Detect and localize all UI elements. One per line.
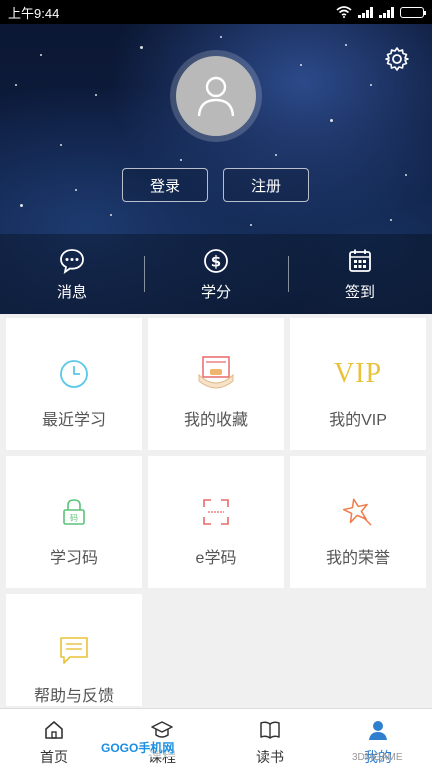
register-button[interactable]: 注册 <box>223 168 309 202</box>
wifi-icon <box>336 6 352 18</box>
calendar-icon <box>349 249 371 272</box>
menu-label: 帮助与反馈 <box>33 688 114 705</box>
menu-label: 最近学习 <box>41 412 106 429</box>
quick-messages-label: 消息 <box>56 283 87 301</box>
feedback-icon <box>60 637 88 664</box>
status-icons <box>336 6 426 18</box>
quick-credits-label: 学分 <box>200 283 231 301</box>
watermark-logo: GOGO手机网 <box>98 738 178 757</box>
home-icon <box>45 721 63 739</box>
signal-icon <box>358 6 373 18</box>
menu-recent-study[interactable]: 最近学习 <box>6 318 142 450</box>
quick-checkin-label: 签到 <box>344 283 375 301</box>
divider <box>288 256 289 292</box>
tab-label: 首页 <box>40 749 68 765</box>
tab-reading[interactable]: 读书 <box>216 709 324 768</box>
menu-honors[interactable]: 我的荣誉 <box>290 456 426 588</box>
watermark-logo: 3DMGAME <box>352 752 403 763</box>
user-silhouette-icon <box>197 76 235 117</box>
profile-header: 登录 注册 消息 $ 学分 签到 <box>0 24 432 314</box>
svg-text:码: 码 <box>70 514 78 523</box>
tab-home[interactable]: 首页 <box>0 709 108 768</box>
person-icon <box>369 721 387 740</box>
menu-help-feedback[interactable]: 帮助与反馈 <box>6 594 142 706</box>
svg-text:$: $ <box>211 252 221 270</box>
menu-label: 我的荣誉 <box>325 550 390 567</box>
menu-label: e学码 <box>195 550 237 567</box>
menu-e-code[interactable]: e学码 <box>148 456 284 588</box>
settings-gear-icon[interactable] <box>384 46 410 72</box>
status-time: 上午9:44 <box>8 5 60 21</box>
book-icon <box>260 721 280 739</box>
quick-action-bar: 消息 $ 学分 签到 <box>0 234 432 314</box>
login-button[interactable]: 登录 <box>122 168 208 202</box>
lock-code-icon: 码 <box>63 499 85 525</box>
vip-icon: VIP <box>333 358 383 389</box>
battery-icon <box>400 6 426 18</box>
dollar-circle-icon: $ <box>204 248 228 273</box>
menu-vip[interactable]: VIP 我的VIP <box>290 318 426 450</box>
menu-study-code[interactable]: 码 学习码 <box>6 456 142 588</box>
star-badge-icon <box>342 498 372 526</box>
clock-icon <box>60 360 88 388</box>
menu-label: 我的VIP <box>329 412 387 429</box>
scan-icon <box>203 499 229 525</box>
tab-label: 读书 <box>256 749 284 765</box>
chat-bubble-icon <box>60 248 84 274</box>
quick-checkin[interactable]: 签到 <box>288 234 432 314</box>
divider <box>144 256 145 292</box>
status-bar: 上午9:44 <box>0 0 432 24</box>
menu-label: 我的收藏 <box>183 412 248 429</box>
signal-icon-2 <box>379 6 394 18</box>
quick-credits[interactable]: $ 学分 <box>144 234 288 314</box>
favorites-icon <box>198 356 234 389</box>
menu-favorites[interactable]: 我的收藏 <box>148 318 284 450</box>
menu-label: 学习码 <box>49 550 98 567</box>
avatar[interactable] <box>176 56 256 136</box>
quick-messages[interactable]: 消息 <box>0 234 144 314</box>
